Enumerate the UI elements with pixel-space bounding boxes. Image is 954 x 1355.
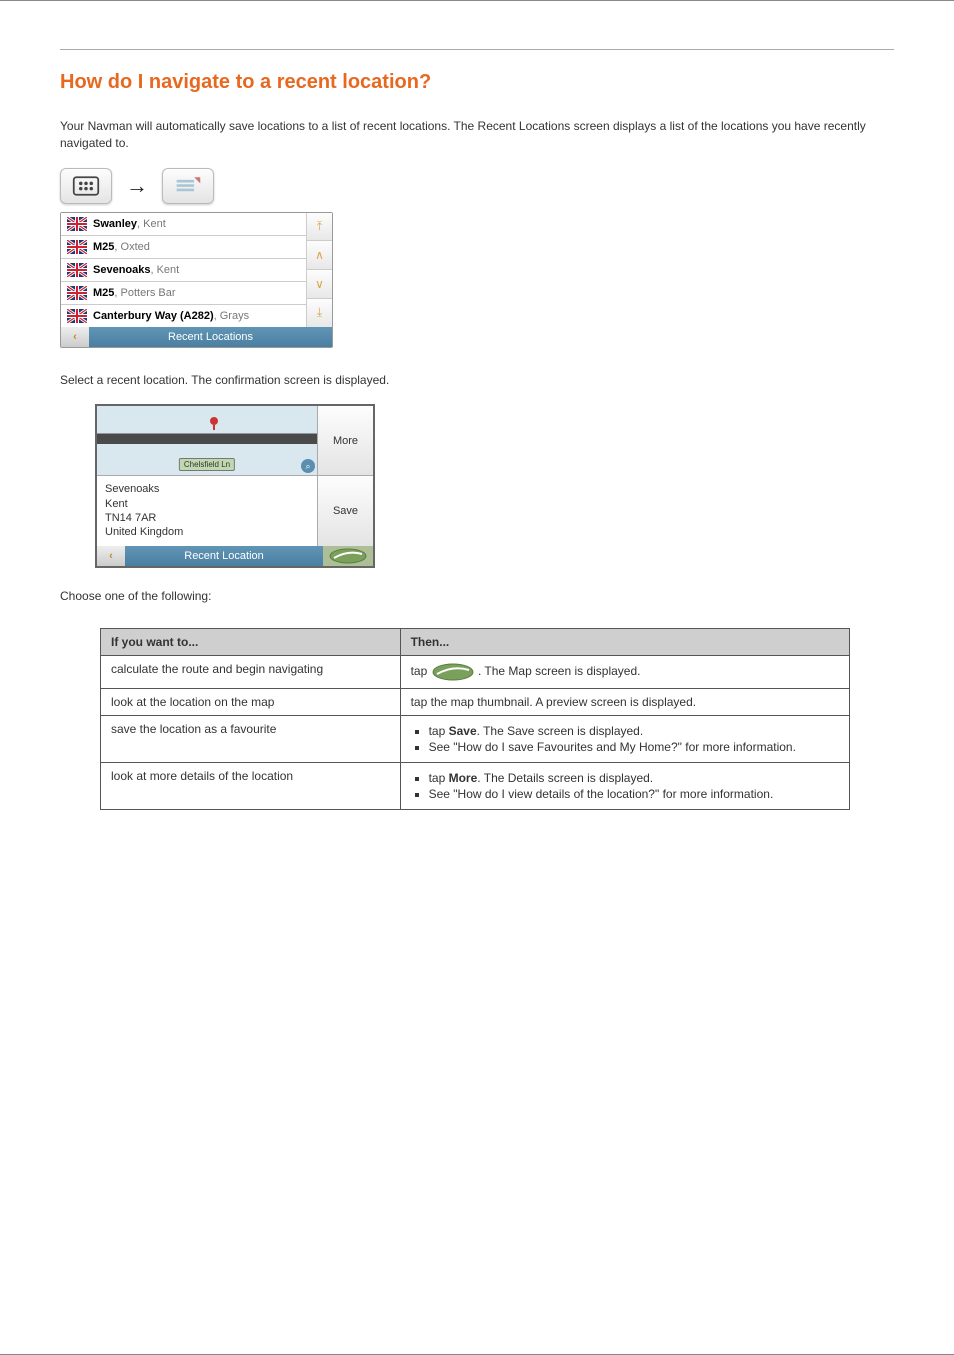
map-pin-icon [207,416,221,430]
title-bar: ‹ Recent Locations [61,327,332,347]
arrow-right-icon: → [126,173,148,199]
scroll-column: ⤒ ∧ ∨ ⤓ [306,213,332,327]
page-heading: How do I navigate to a recent location? [60,71,894,94]
breadcrumb: → [60,168,894,204]
more-button[interactable]: More [318,406,373,475]
go-icon [431,662,475,682]
scroll-top-button[interactable]: ⤒ [307,213,332,241]
back-button[interactable]: ‹ [61,327,89,347]
step-select-text: Select a recent location. The confirmati… [60,372,894,389]
main-menu-button[interactable] [60,168,112,204]
table-row: calculate the route and begin navigating… [101,656,850,689]
step-choose-text: Choose one of the following: [60,588,894,605]
list-item[interactable]: M25, Potters Bar [61,281,306,304]
main-menu-icon [72,174,100,198]
list-item[interactable]: Canterbury Way (A282), Grays [61,304,306,327]
locations-list: Swanley, Kent M25, Oxted Sevenoaks, Kent… [61,213,306,327]
map-road-label: Chelsfield Ln [179,458,235,471]
scroll-bottom-button[interactable]: ⤓ [307,298,332,327]
recent-locations-icon [174,174,202,198]
screen-title: Recent Location [125,550,323,562]
table-header: If you want to... [101,629,401,656]
map-thumbnail[interactable]: Chelsfield Ln ⌕ [97,406,317,476]
intro-text: Your Navman will automatically save loca… [60,118,894,152]
confirm-screen: Chelsfield Ln ⌕ Sevenoaks Kent TN14 7AR … [95,404,375,567]
table-header: Then... [400,629,849,656]
table-row: save the location as a favourite tap Sav… [101,716,850,763]
uk-flag-icon [67,217,87,231]
back-button[interactable]: ‹ [97,546,125,566]
scroll-down-button[interactable]: ∨ [307,269,332,298]
uk-flag-icon [67,263,87,277]
zoom-icon[interactable]: ⌕ [301,459,315,473]
list-item[interactable]: M25, Oxted [61,235,306,258]
table-row: look at the location on the map tap the … [101,689,850,716]
save-button[interactable]: Save [318,475,373,545]
recent-locations-screen: Swanley, Kent M25, Oxted Sevenoaks, Kent… [60,212,333,348]
screen-title: Recent Locations [89,331,332,343]
list-item[interactable]: Sevenoaks, Kent [61,258,306,281]
uk-flag-icon [67,309,87,323]
table-row: look at more details of the location tap… [101,763,850,810]
uk-flag-icon [67,240,87,254]
uk-flag-icon [67,286,87,300]
go-button[interactable] [323,546,373,566]
address-block: Sevenoaks Kent TN14 7AR United Kingdom [97,476,317,545]
options-table: If you want to... Then... calculate the … [100,628,850,810]
scroll-up-button[interactable]: ∧ [307,240,332,269]
list-item[interactable]: Swanley, Kent [61,213,306,235]
go-icon [328,547,368,565]
recent-locations-button[interactable] [162,168,214,204]
